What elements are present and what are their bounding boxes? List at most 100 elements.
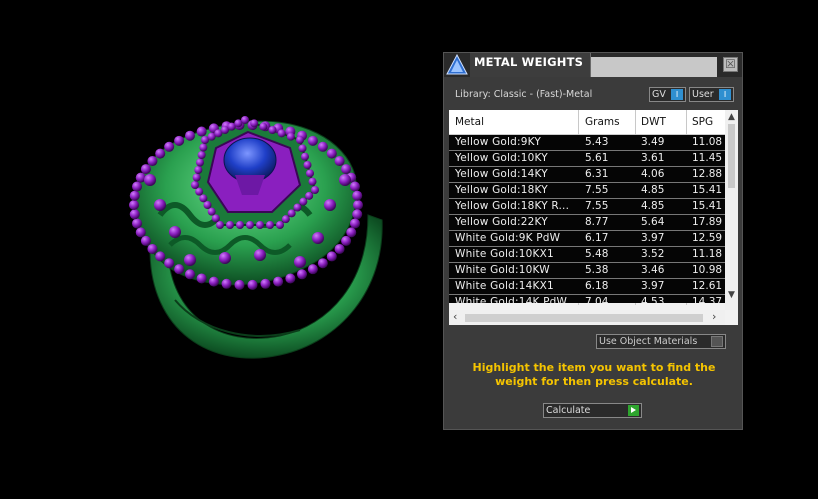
table-header: Metal Grams DWT SPG [449,110,725,135]
cell-spg: 12.88 [692,168,723,180]
bead [256,221,264,229]
cell-metal: Yellow Gold:14KY [455,168,548,180]
bead [234,279,245,290]
cell-metal: Yellow Gold:18KY R... [455,200,570,212]
column-header-dwt[interactable]: DWT [641,116,666,128]
bead [277,129,286,138]
column-header-metal[interactable]: Metal [455,116,484,128]
bead [307,264,318,275]
column-header-spg[interactable]: SPG [692,116,713,128]
bead [326,251,337,262]
play-icon[interactable] [628,405,639,416]
calculate-button[interactable]: Calculate [543,403,642,418]
gv-toggle[interactable]: GV I [649,87,686,102]
cell-spg: 11.18 [692,248,723,260]
bead [211,214,220,223]
bead [164,258,175,269]
bead [294,256,306,268]
horizontal-scroll-thumb[interactable] [465,314,703,322]
bead [326,148,337,159]
cell-grams: 6.18 [585,280,609,292]
bead [311,186,319,194]
bead [135,227,146,238]
bead [254,249,266,261]
bead [287,209,296,218]
chevron-right-icon[interactable]: › [712,310,716,323]
3d-viewport[interactable] [0,0,440,495]
bead [199,194,208,203]
bead [306,169,314,178]
table-row[interactable]: Yellow Gold:10KY 5.61 3.61 11.45 [449,151,725,167]
cell-metal: White Gold:9K PdW [455,232,561,244]
use-object-materials-checkbox[interactable] [711,336,723,347]
calculate-label: Calculate [546,405,591,416]
table-row[interactable]: Yellow Gold:18KY 7.55 4.85 15.41 [449,183,725,199]
chevron-up-icon[interactable]: ▲ [725,112,738,122]
bead [207,207,216,216]
cell-dwt: 3.46 [641,264,665,276]
cell-dwt: 3.49 [641,136,665,148]
vertical-scrollbar[interactable]: ▲ ▼ [725,110,738,310]
cell-spg: 10.98 [692,264,723,276]
bead [334,243,345,254]
bead [317,141,328,152]
gv-toggle-label: GV [652,89,666,100]
cell-dwt: 3.52 [641,248,665,260]
cell-grams: 8.77 [585,216,609,228]
bead [132,218,143,229]
panel-titlebar[interactable]: METAL WEIGHTS ☒ [444,53,742,77]
bead [352,209,363,220]
bead [299,197,308,206]
bead [296,136,304,144]
cell-grams: 7.04 [585,296,609,303]
close-button[interactable]: ☒ [723,57,738,72]
cell-spg: 15.41 [692,200,723,212]
table-row[interactable]: White Gold:10KW 5.38 3.46 10.98 [449,263,725,279]
bead [195,187,204,196]
table-row[interactable]: White Gold:10KX1 5.48 3.52 11.18 [449,247,725,263]
cell-spg: 12.59 [692,232,723,244]
table-row[interactable]: Yellow Gold:9KY 5.43 3.49 11.08 [449,135,725,151]
bead [349,218,360,229]
user-toggle[interactable]: User I [689,87,734,102]
panel-title: METAL WEIGHTS [474,55,584,69]
bead [293,203,302,212]
cell-grams: 5.61 [585,152,609,164]
cell-metal: Yellow Gold:10KY [455,152,548,164]
table-row[interactable]: Yellow Gold:14KY 6.31 4.06 12.88 [449,167,725,183]
bead [155,251,166,262]
use-object-materials-label: Use Object Materials [599,336,698,347]
bead [208,276,219,287]
title-bar-fill [591,57,717,77]
bead [273,276,284,287]
chevron-down-icon[interactable]: ▼ [725,290,738,300]
cell-dwt: 4.53 [641,296,665,303]
bead [196,126,207,137]
bead [144,174,156,186]
chevron-left-icon[interactable]: ‹ [453,310,457,323]
cell-dwt: 4.06 [641,168,665,180]
cell-dwt: 3.97 [641,232,665,244]
table-row[interactable]: White Gold:14KX1 6.18 3.97 12.61 [449,279,725,295]
cell-metal: White Gold:14K PdW [455,296,568,303]
cell-dwt: 4.85 [641,200,665,212]
horizontal-scrollbar[interactable]: ‹ › [449,310,725,325]
table-row[interactable]: Yellow Gold:18KY R... 7.55 4.85 15.41 [449,199,725,215]
cell-grams: 5.48 [585,248,609,260]
bead [349,181,360,192]
use-object-materials-toggle[interactable]: Use Object Materials [596,334,726,349]
column-header-grams[interactable]: Grams [585,116,620,128]
table-row[interactable]: White Gold:9K PdW 6.17 3.97 12.59 [449,231,725,247]
table-row[interactable]: White Gold:14K PdW 7.04 4.53 14.37 [449,295,725,303]
bead [259,122,268,131]
table-row[interactable]: Yellow Gold:22KY 8.77 5.64 17.89 [449,215,725,231]
cell-spg: 12.61 [692,280,723,292]
cell-grams: 7.55 [585,184,609,196]
bead [185,269,195,280]
cell-spg: 11.45 [692,152,723,164]
bead [246,221,254,229]
cell-dwt: 3.61 [641,152,665,164]
vertical-scroll-thumb[interactable] [728,124,735,188]
bead [346,227,357,238]
bead [308,177,317,186]
